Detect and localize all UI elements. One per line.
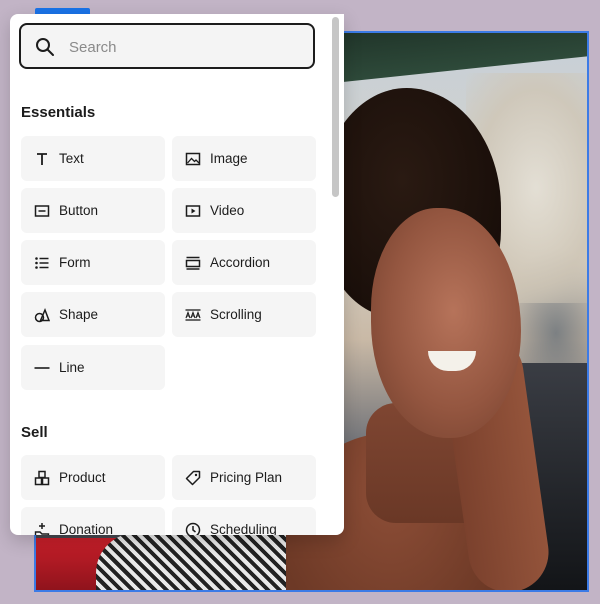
line-icon — [34, 366, 50, 369]
block-label: Text — [59, 151, 84, 166]
search-box[interactable] — [19, 23, 315, 69]
button-icon — [34, 204, 50, 217]
search-input[interactable] — [67, 33, 301, 61]
block-shape[interactable]: Shape — [21, 292, 165, 337]
shape-icon — [34, 307, 50, 322]
block-accordion[interactable]: Accordion — [172, 240, 316, 285]
search-icon — [36, 38, 54, 56]
text-icon — [37, 152, 47, 165]
donation-icon — [34, 522, 50, 535]
pricing-tag-icon — [185, 470, 201, 485]
video-icon — [185, 204, 201, 217]
block-label: Video — [210, 203, 245, 218]
block-product[interactable]: Product — [21, 455, 165, 500]
block-label: Button — [59, 203, 99, 218]
block-label: Line — [59, 360, 85, 375]
block-form[interactable]: Form — [21, 240, 165, 285]
block-image[interactable]: Image — [172, 136, 316, 181]
block-button[interactable]: Button — [21, 188, 165, 233]
photo-dress — [96, 533, 316, 590]
accordion-icon — [185, 256, 201, 270]
block-label: Shape — [59, 307, 99, 322]
block-label: Pricing Plan — [210, 470, 283, 485]
block-donation[interactable]: Donation — [21, 507, 165, 535]
block-label: Accordion — [210, 255, 271, 270]
block-label: Form — [59, 255, 91, 270]
scrolling-icon — [185, 308, 201, 321]
block-label: Product — [59, 470, 106, 485]
block-video[interactable]: Video — [172, 188, 316, 233]
block-label: Scheduling — [210, 522, 277, 535]
form-icon — [35, 256, 49, 269]
block-label: Scrolling — [210, 307, 262, 322]
block-scrolling[interactable]: Scrolling — [172, 292, 316, 337]
block-label: Donation — [59, 522, 114, 535]
section-title-essentials: Essentials — [21, 104, 96, 121]
block-scheduling[interactable]: Scheduling — [172, 507, 316, 535]
block-label: Image — [210, 151, 248, 166]
add-block-panel: Essentials Text Image Button Video — [10, 14, 344, 535]
block-line[interactable]: Line — [21, 345, 165, 390]
product-icon — [34, 470, 50, 485]
section-title-sell: Sell — [21, 424, 48, 441]
panel-scrollbar[interactable] — [332, 17, 339, 197]
block-pricing-plan[interactable]: Pricing Plan — [172, 455, 316, 500]
clock-icon — [185, 522, 201, 535]
block-text[interactable]: Text — [21, 136, 165, 181]
image-icon — [185, 152, 201, 165]
